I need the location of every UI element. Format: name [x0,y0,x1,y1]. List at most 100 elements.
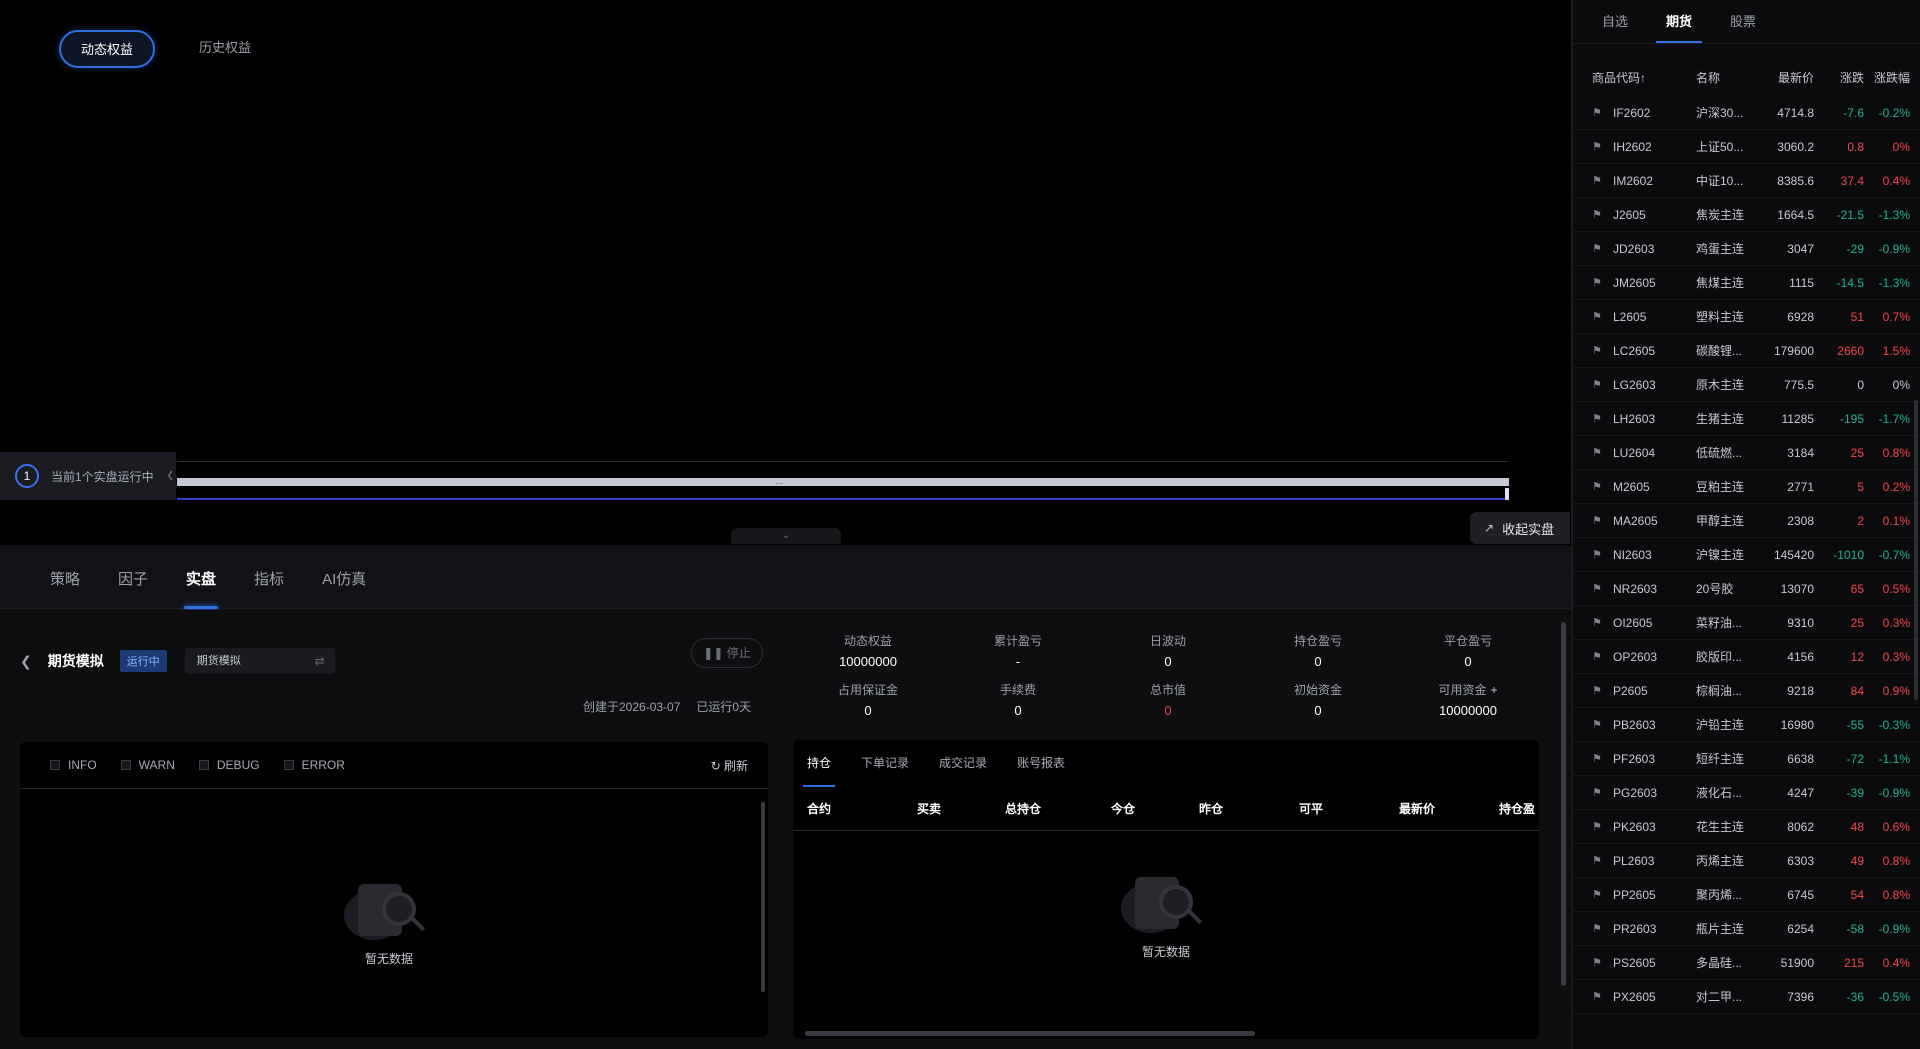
slider-grip-icon[interactable]: ⋯ [775,479,783,488]
bookmark-icon[interactable]: ⚑ [1573,242,1613,255]
bookmark-icon[interactable]: ⚑ [1573,582,1613,595]
log-filter-error[interactable]: ERROR [283,758,345,772]
market-row[interactable]: ⚑ PR2603 瓶片主连 6254 -58 -0.9% [1573,912,1920,946]
bookmark-icon[interactable]: ⚑ [1573,310,1613,323]
panel-collapse-handle[interactable]: ⌄ [731,528,841,544]
bookmark-icon[interactable]: ⚑ [1573,718,1613,731]
bookmark-icon[interactable]: ⚑ [1573,344,1613,357]
tab-positions[interactable]: 持仓 [802,740,836,787]
bookmark-icon[interactable]: ⚑ [1573,888,1613,901]
bookmark-icon[interactable]: ⚑ [1573,548,1613,561]
market-scrollbar[interactable] [1914,400,1918,700]
log-filter-warn[interactable]: WARN [120,758,175,772]
tab-strategy[interactable]: 策略 [50,545,80,609]
checkbox-icon[interactable] [50,760,60,770]
bookmark-icon[interactable]: ⚑ [1573,174,1613,187]
timeline-range-bar[interactable] [177,478,1509,486]
refresh-button[interactable]: ↻ 刷新 [711,757,748,774]
tab-stocks[interactable]: 股票 [1730,0,1756,43]
market-row[interactable]: ⚑ J2605 焦炭主连 1664.5 -21.5 -1.3% [1573,198,1920,232]
col-code[interactable]: 商品代码↑ [1592,69,1696,86]
content-scrollbar[interactable] [1561,622,1566,986]
bookmark-icon[interactable]: ⚑ [1573,956,1613,969]
tab-live[interactable]: 实盘 [184,545,219,609]
market-row[interactable]: ⚑ LG2603 原木主连 775.5 0 0% [1573,368,1920,402]
tab-trade-records[interactable]: 成交记录 [939,740,987,787]
col-name[interactable]: 名称 [1696,69,1759,86]
bookmark-icon[interactable]: ⚑ [1573,786,1613,799]
tab-account-report[interactable]: 账号报表 [1017,740,1065,787]
market-row[interactable]: ⚑ NI2603 沪镍主连 145420 -1010 -0.7% [1573,538,1920,572]
tab-factor[interactable]: 因子 [118,545,148,609]
chevron-left-icon[interactable]: ❮ [166,470,174,481]
account-select[interactable]: 期货模拟 ⇄ [184,648,335,674]
bookmark-icon[interactable]: ⚑ [1573,412,1613,425]
bookmark-icon[interactable]: ⚑ [1573,276,1613,289]
collapse-live-button[interactable]: ↗ 收起实盘 [1470,512,1570,544]
market-row[interactable]: ⚑ OP2603 胶版印... 4156 12 0.3% [1573,640,1920,674]
market-row[interactable]: ⚑ LC2605 碳酸锂... 179600 2660 1.5% [1573,334,1920,368]
timeline-slider[interactable]: ⋯ [177,478,1509,500]
market-row[interactable]: ⚑ MA2605 甲醇主连 2308 2 0.1% [1573,504,1920,538]
market-last: 2308 [1787,513,1814,528]
tab-indicator[interactable]: 指标 [254,545,284,609]
running-indicator[interactable]: 1 当前1个实盘运行中 ❮ [0,452,176,500]
bookmark-icon[interactable]: ⚑ [1573,378,1613,391]
tab-futures[interactable]: 期货 [1656,0,1703,43]
market-row[interactable]: ⚑ LU2604 低硫燃... 3184 25 0.8% [1573,436,1920,470]
tab-ai-sim[interactable]: AI仿真 [322,545,366,609]
market-row[interactable]: ⚑ JD2603 鸡蛋主连 3047 -29 -0.9% [1573,232,1920,266]
stop-button[interactable]: ❚❚ 停止 [691,638,763,668]
market-row[interactable]: ⚑ PX2605 对二甲... 7396 -36 -0.5% [1573,980,1920,1014]
market-row[interactable]: ⚑ PK2603 花生主连 8062 48 0.6% [1573,810,1920,844]
positions-hscrollbar[interactable] [805,1031,1255,1036]
tab-history-equity[interactable]: 历史权益 [179,30,271,68]
log-filter-debug[interactable]: DEBUG [198,758,260,772]
bookmark-icon[interactable]: ⚑ [1573,616,1613,629]
market-row[interactable]: ⚑ P2605 棕榈油... 9218 84 0.9% [1573,674,1920,708]
bookmark-icon[interactable]: ⚑ [1573,854,1613,867]
market-row[interactable]: ⚑ L2605 塑料主连 6928 51 0.7% [1573,300,1920,334]
market-row[interactable]: ⚑ M2605 豆粕主连 2771 5 0.2% [1573,470,1920,504]
market-row[interactable]: ⚑ IF2602 沪深30... 4714.8 -7.6 -0.2% [1573,96,1920,130]
market-row[interactable]: ⚑ OI2605 菜籽油... 9310 25 0.3% [1573,606,1920,640]
bookmark-icon[interactable]: ⚑ [1573,106,1613,119]
market-code: OI2605 [1613,615,1653,630]
tab-dynamic-equity[interactable]: 动态权益 [59,30,156,68]
bookmark-icon[interactable]: ⚑ [1573,990,1613,1003]
bookmark-icon[interactable]: ⚑ [1573,650,1613,663]
bookmark-icon[interactable]: ⚑ [1573,480,1613,493]
market-row[interactable]: ⚑ NR2603 20号胶 13070 65 0.5% [1573,572,1920,606]
back-arrow-icon[interactable]: ❮ [20,653,32,670]
checkbox-icon[interactable] [283,760,294,770]
add-funds-icon[interactable]: + [1491,683,1498,697]
bookmark-icon[interactable]: ⚑ [1573,752,1613,765]
market-row[interactable]: ⚑ PB2603 沪铅主连 16980 -55 -0.3% [1573,708,1920,742]
market-row[interactable]: ⚑ LH2603 生猪主连 11285 -195 -1.7% [1573,402,1920,436]
bookmark-icon[interactable]: ⚑ [1573,446,1613,459]
checkbox-icon[interactable] [120,760,131,770]
market-row[interactable]: ⚑ PS2605 多晶硅... 51900 215 0.4% [1573,946,1920,980]
bookmark-icon[interactable]: ⚑ [1573,684,1613,697]
log-scrollbar[interactable] [761,802,765,992]
bookmark-icon[interactable]: ⚑ [1573,820,1613,833]
log-filter-info[interactable]: INFO [50,758,97,772]
checkbox-icon[interactable] [198,760,209,770]
bookmark-icon[interactable]: ⚑ [1573,514,1613,527]
bookmark-icon[interactable]: ⚑ [1573,208,1613,221]
slider-handle[interactable] [1505,488,1509,500]
bookmark-icon[interactable]: ⚑ [1573,140,1613,153]
col-last[interactable]: 最新价 [1759,69,1814,86]
market-row[interactable]: ⚑ PL2603 丙烯主连 6303 49 0.8% [1573,844,1920,878]
market-row[interactable]: ⚑ PG2603 液化石... 4247 -39 -0.9% [1573,776,1920,810]
market-row[interactable]: ⚑ PF2603 短纤主连 6638 -72 -1.1% [1573,742,1920,776]
market-row[interactable]: ⚑ IM2602 中证10... 8385.6 37.4 0.4% [1573,164,1920,198]
market-row[interactable]: ⚑ IH2602 上证50... 3060.2 0.8 0% [1573,130,1920,164]
tab-order-records[interactable]: 下单记录 [861,740,909,787]
market-row[interactable]: ⚑ JM2605 焦煤主连 1115 -14.5 -1.3% [1573,266,1920,300]
bookmark-icon[interactable]: ⚑ [1573,922,1613,935]
col-pct[interactable]: 涨跌幅 [1864,69,1910,86]
col-change[interactable]: 涨跌 [1814,69,1864,86]
tab-watchlist[interactable]: 自选 [1602,0,1628,43]
market-row[interactable]: ⚑ PP2605 聚丙烯... 6745 54 0.8% [1573,878,1920,912]
